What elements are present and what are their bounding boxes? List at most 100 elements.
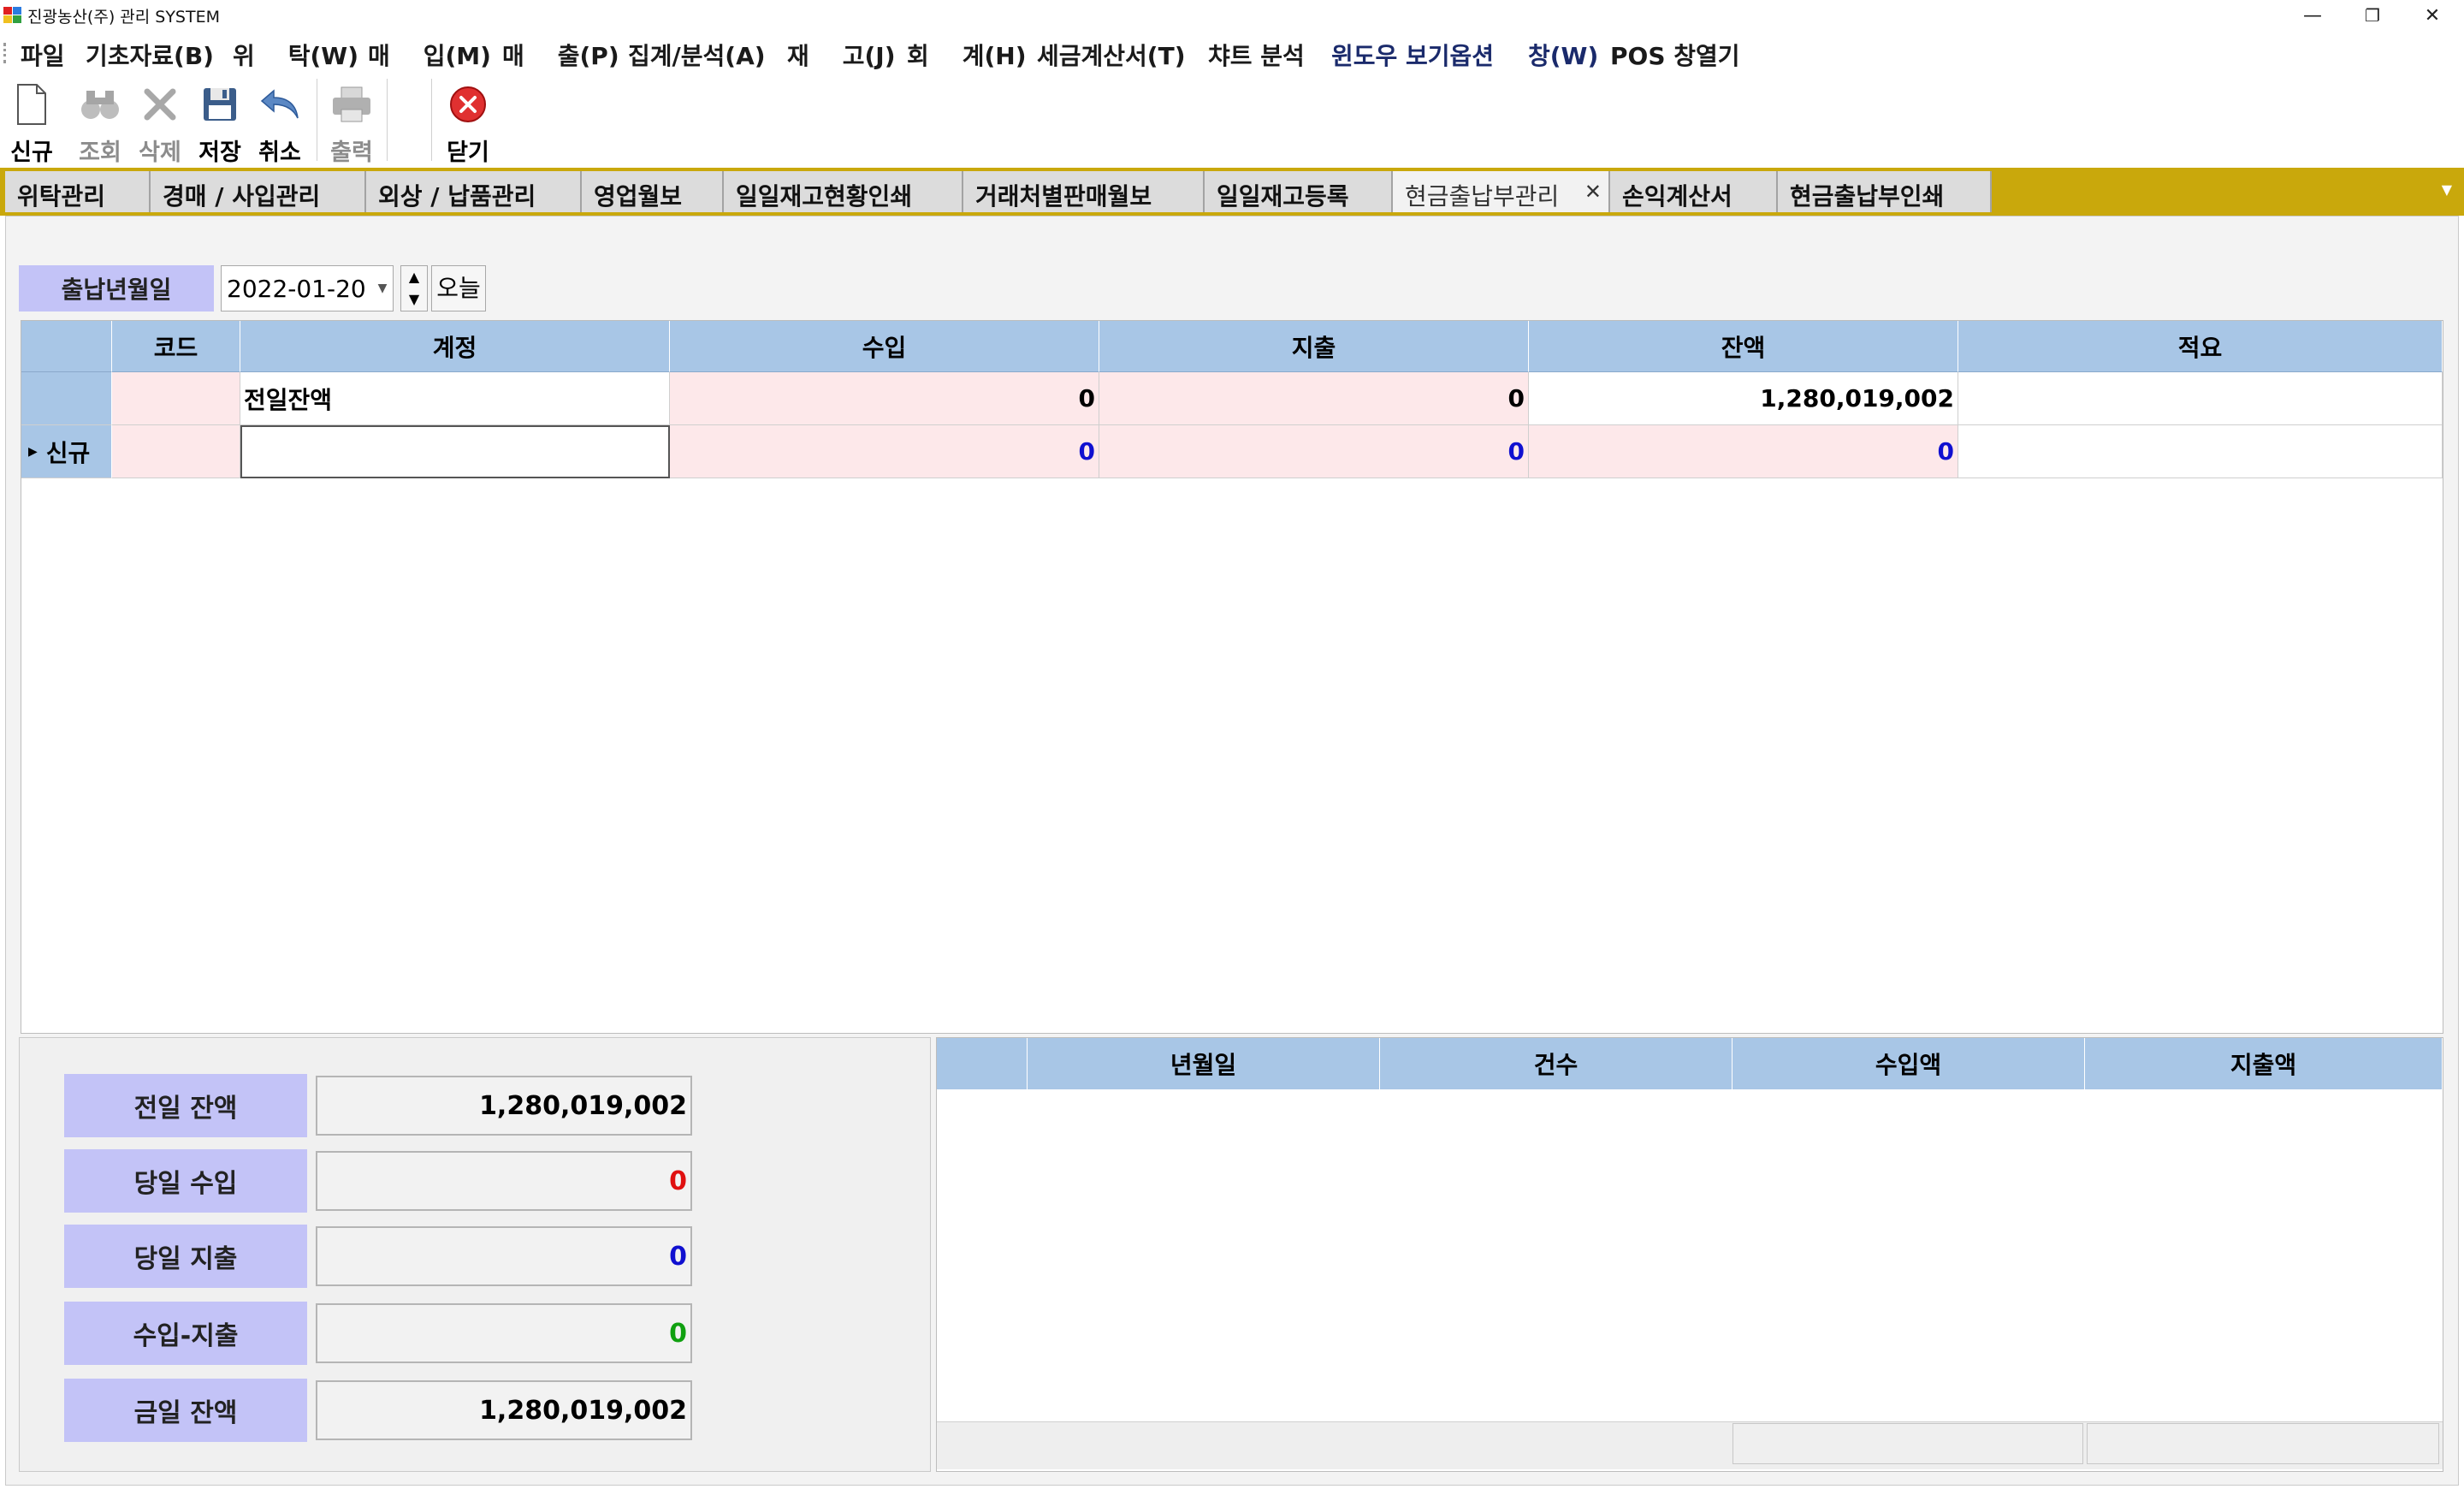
- menu-chart-analysis[interactable]: 챠트 분석: [1208, 38, 1305, 72]
- menu-bar: 파일 기초자료(B) 위 탁(W) 매 입(M) 매 출(P) 집계/분석(A)…: [0, 31, 2464, 74]
- tab-income-statement[interactable]: 손익계산서: [1610, 171, 1778, 212]
- today-income-label: 당일 수입: [64, 1149, 307, 1213]
- delete-label: 삭제: [139, 139, 181, 166]
- today-button[interactable]: 오늘: [431, 265, 486, 311]
- prev-balance-value: 1,280,019,002: [316, 1076, 692, 1136]
- cell-memo[interactable]: [1958, 372, 2443, 425]
- search-button[interactable]: 조회: [70, 79, 130, 166]
- current-row-arrow-icon: ▶: [28, 444, 38, 459]
- cell-memo[interactable]: [1958, 425, 2443, 478]
- new-label: 신규: [10, 139, 53, 166]
- today-expense-value: 0: [316, 1226, 692, 1286]
- footer-expense-total: [2087, 1423, 2439, 1464]
- menu-window-view-options[interactable]: 윈도우 보기옵션: [1331, 38, 1494, 72]
- cell-code[interactable]: [112, 425, 240, 478]
- date-label: 출납년월일: [19, 265, 214, 311]
- cell-code[interactable]: [112, 372, 240, 425]
- date-picker[interactable]: 2022-01-20 ▼: [221, 265, 394, 311]
- cell-expense[interactable]: 0: [1099, 425, 1529, 478]
- spin-up-icon[interactable]: ▲: [401, 266, 427, 288]
- binoculars-icon: [70, 79, 130, 130]
- col-header-count[interactable]: 건수: [1380, 1038, 1732, 1089]
- tab-cash-book-print[interactable]: 현금출납부인쇄: [1778, 171, 1992, 212]
- print-button[interactable]: 출력: [322, 79, 382, 166]
- col-header-income[interactable]: 수입: [670, 321, 1099, 372]
- col-header-income-amount[interactable]: 수입액: [1732, 1038, 2085, 1089]
- spin-down-icon[interactable]: ▼: [401, 288, 427, 311]
- col-header-memo[interactable]: 적요: [1958, 321, 2443, 372]
- cell-account-editor[interactable]: [240, 425, 670, 478]
- close-label: 닫기: [447, 139, 489, 166]
- menu-master-data[interactable]: 기초자료(B): [86, 38, 214, 72]
- date-value: 2022-01-20: [227, 275, 366, 303]
- col-header-date[interactable]: 년월일: [1028, 1038, 1380, 1089]
- floppy-disk-icon: [190, 79, 250, 130]
- delete-button[interactable]: 삭제: [130, 79, 190, 166]
- window-title: 진광농산(주) 관리 SYSTEM: [27, 8, 220, 27]
- cell-balance[interactable]: 0: [1529, 425, 1958, 478]
- save-label: 저장: [198, 139, 241, 166]
- new-document-icon: [2, 79, 62, 130]
- row-header[interactable]: [21, 372, 112, 425]
- cancel-button[interactable]: 취소: [250, 79, 310, 166]
- tab-list-dropdown-icon[interactable]: ▼: [2442, 181, 2452, 198]
- col-header-expense[interactable]: 지출: [1099, 321, 1529, 372]
- net-value: 0: [316, 1303, 692, 1363]
- tab-auction-purchase[interactable]: 경매 / 사입관리: [151, 171, 366, 212]
- close-button[interactable]: 닫기: [438, 79, 498, 166]
- daily-grid-corner: [937, 1038, 1028, 1089]
- today-income-value: 0: [316, 1151, 692, 1211]
- tab-monthly-sales[interactable]: 영업월보: [582, 171, 724, 212]
- tab-credit-delivery[interactable]: 외상 / 납품관리: [366, 171, 582, 212]
- printer-icon: [322, 79, 382, 130]
- col-header-expense-amount[interactable]: 지출액: [2085, 1038, 2443, 1089]
- col-header-account[interactable]: 계정: [240, 321, 670, 372]
- menu-accounting[interactable]: 회 계(H): [907, 38, 1027, 72]
- cell-income[interactable]: 0: [670, 425, 1099, 478]
- menu-grip: [3, 43, 6, 63]
- menu-purchase[interactable]: 매 입(M): [368, 38, 491, 72]
- tab-label: 현금출납부관리: [1405, 182, 1560, 211]
- cell-account[interactable]: 전일잔액: [240, 372, 670, 425]
- prev-balance-label: 전일 잔액: [64, 1074, 307, 1137]
- date-dropdown-icon[interactable]: ▼: [374, 266, 391, 311]
- row-header-new[interactable]: ▶ 신규: [21, 425, 112, 478]
- menu-consignment[interactable]: 위 탁(W): [233, 38, 358, 72]
- cash-book-grid: 코드 계정 수입 지출 잔액 적요 전일잔액 0 0 1,280,019,002…: [21, 320, 2443, 1034]
- search-label: 조회: [79, 139, 121, 166]
- minimize-button[interactable]: —: [2283, 0, 2343, 31]
- undo-arrow-icon: [250, 79, 310, 130]
- menu-window[interactable]: 창(W): [1528, 38, 1598, 72]
- menu-tax-invoice[interactable]: 세금계산서(T): [1037, 38, 1186, 72]
- date-spinner[interactable]: ▲ ▼: [400, 265, 428, 311]
- close-window-button[interactable]: ✕: [2402, 0, 2462, 31]
- today-expense-label: 당일 지출: [64, 1225, 307, 1288]
- menu-sales[interactable]: 매 출(P): [502, 38, 619, 72]
- footer-income-total: [1732, 1423, 2083, 1464]
- cell-income[interactable]: 0: [670, 372, 1099, 425]
- col-header-code[interactable]: 코드: [112, 321, 240, 372]
- tab-close-icon[interactable]: ✕: [1584, 180, 1602, 204]
- tab-daily-stock-register[interactable]: 일일재고등록: [1205, 171, 1393, 212]
- new-button[interactable]: 신규: [2, 79, 62, 166]
- summary-panel: 전일 잔액 1,280,019,002 당일 수입 0 당일 지출 0 수입-지…: [19, 1037, 931, 1472]
- toolbar: 신규 조회 삭제 저장 취소 출력 닫기: [0, 74, 2464, 168]
- cell-balance[interactable]: 1,280,019,002: [1529, 372, 1958, 425]
- menu-inventory[interactable]: 재 고(J): [787, 38, 896, 72]
- tab-strip: 위탁관리 경매 / 사입관리 외상 / 납품관리 영업월보 일일재고현황인쇄 거…: [0, 168, 2464, 216]
- menu-pos-open[interactable]: POS 창열기: [1610, 38, 1740, 72]
- save-button[interactable]: 저장: [190, 79, 250, 166]
- restore-button[interactable]: ❐: [2343, 0, 2402, 31]
- menu-analysis[interactable]: 집계/분석(A): [628, 38, 766, 72]
- net-label: 수입-지출: [64, 1302, 307, 1365]
- toolbar-separator: [387, 79, 388, 161]
- tab-consignment[interactable]: 위탁관리: [5, 171, 151, 212]
- row-header-new-label: 신규: [45, 438, 91, 467]
- cell-expense[interactable]: 0: [1099, 372, 1529, 425]
- tab-daily-stock-print[interactable]: 일일재고현황인쇄: [724, 171, 963, 212]
- app-icon: [3, 7, 22, 24]
- menu-file[interactable]: 파일: [21, 38, 65, 72]
- tab-client-sales-monthly[interactable]: 거래처별판매월보: [963, 171, 1205, 212]
- col-header-balance[interactable]: 잔액: [1529, 321, 1958, 372]
- tab-cash-book-management[interactable]: 현금출납부관리 ✕: [1393, 171, 1610, 212]
